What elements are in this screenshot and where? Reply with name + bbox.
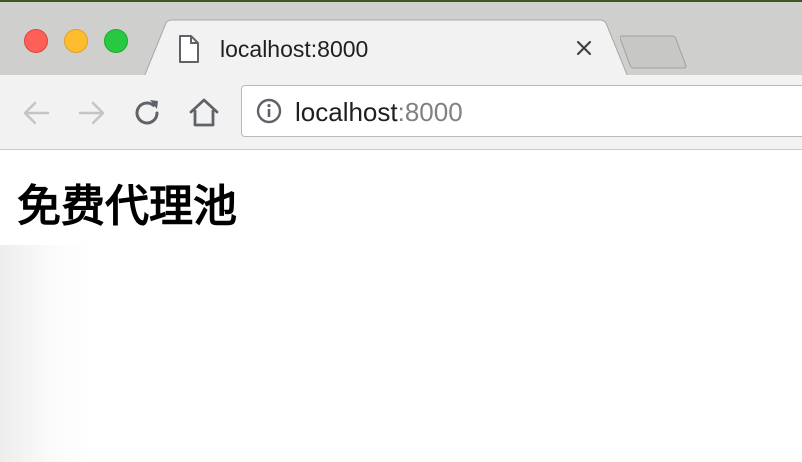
reload-icon[interactable] (132, 97, 164, 129)
url-host: localhost (295, 97, 398, 127)
home-icon[interactable] (188, 97, 220, 129)
window-zoom-button[interactable] (104, 29, 128, 53)
new-tab-button[interactable] (619, 35, 690, 69)
info-icon[interactable] (256, 98, 282, 124)
window-close-button[interactable] (24, 29, 48, 53)
arrow-right-icon[interactable] (76, 97, 108, 129)
window-minimize-button[interactable] (64, 29, 88, 53)
file-icon (178, 35, 200, 63)
arrow-left-icon[interactable] (20, 97, 52, 129)
browser-window: localhost:8000 localhost:8000 免费代理池 (0, 0, 802, 462)
tab-title: localhost:8000 (220, 36, 369, 62)
tab-strip: localhost:8000 (0, 0, 802, 79)
shadow-overlay (0, 245, 90, 462)
address-bar[interactable]: localhost:8000 (241, 85, 802, 137)
url-text[interactable]: localhost:8000 (295, 97, 463, 127)
page-content: 免费代理池 (0, 150, 802, 462)
browser-toolbar: localhost:8000 (0, 75, 802, 150)
url-port: :8000 (397, 97, 463, 127)
tab-shape (144, 19, 629, 79)
page-title: 免费代理池 (17, 181, 237, 232)
close-icon[interactable] (572, 36, 596, 60)
tab-active[interactable]: localhost:8000 (144, 19, 634, 79)
